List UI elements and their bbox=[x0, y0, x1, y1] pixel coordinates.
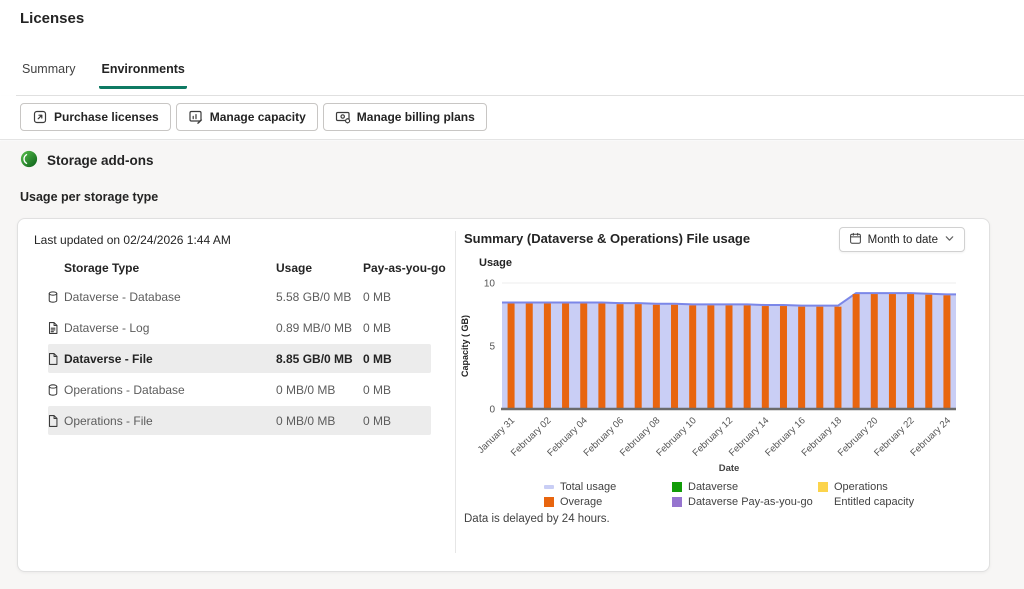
legend-item: Operations bbox=[818, 481, 914, 493]
calendar-icon bbox=[849, 232, 862, 248]
legend-label: Overage bbox=[560, 496, 603, 508]
table-header: Storage Type Usage Pay-as-you-go bbox=[18, 255, 455, 281]
toolbar: Purchase licenses Manage capacity Manage… bbox=[20, 103, 487, 131]
legend-swatch bbox=[672, 497, 682, 507]
usage-value: 0.89 MB/0 MB bbox=[276, 320, 353, 335]
storage-type-label: Dataverse - Database bbox=[64, 289, 181, 304]
table-row[interactable]: Dataverse - Database 5.58 GB/0 MB 0 MB bbox=[18, 281, 455, 312]
usage-per-storage-type-heading: Usage per storage type bbox=[20, 190, 159, 204]
date-range-value: Month to date bbox=[867, 233, 938, 246]
column-usage: Usage bbox=[276, 261, 313, 275]
table-row[interactable]: Dataverse - File 8.85 GB/0 MB 0 MB bbox=[18, 343, 455, 374]
page-title: Licenses bbox=[20, 10, 85, 27]
legend-swatch bbox=[544, 485, 554, 489]
purchase-licenses-label: Purchase licenses bbox=[54, 110, 159, 124]
legend-item: Dataverse Pay-as-you-go bbox=[672, 496, 818, 508]
svg-text:Date: Date bbox=[719, 463, 740, 474]
legend-swatch bbox=[544, 497, 554, 507]
file-usage-chart-panel: Summary (Dataverse & Operations) File us… bbox=[456, 219, 991, 571]
table-row[interactable]: Dataverse - Log 0.89 MB/0 MB 0 MB bbox=[18, 312, 455, 343]
payg-value: 0 MB bbox=[363, 320, 392, 335]
database-icon bbox=[46, 290, 64, 304]
legend-label: Dataverse bbox=[688, 481, 739, 493]
last-updated-text: Last updated on 02/24/2026 1:44 AM bbox=[34, 233, 231, 247]
svg-text:0: 0 bbox=[489, 405, 495, 416]
legend-swatch bbox=[818, 497, 828, 507]
table-row[interactable]: Operations - File 0 MB/0 MB 0 MB bbox=[18, 405, 455, 436]
usage-value: 0 MB/0 MB bbox=[276, 413, 336, 428]
log-icon bbox=[46, 321, 64, 335]
storage-type-label: Operations - File bbox=[64, 413, 153, 428]
svg-text:5: 5 bbox=[489, 342, 495, 353]
purchase-licenses-icon bbox=[32, 109, 48, 125]
table-row[interactable]: Operations - Database 0 MB/0 MB 0 MB bbox=[18, 374, 455, 405]
data-delay-note: Data is delayed by 24 hours. bbox=[464, 513, 610, 525]
payg-value: 0 MB bbox=[363, 351, 392, 366]
manage-billing-plans-label: Manage billing plans bbox=[356, 110, 475, 124]
legend-swatch bbox=[672, 482, 682, 492]
storage-addons-heading: Storage add-ons bbox=[20, 150, 154, 171]
legend-label: Dataverse Pay-as-you-go bbox=[688, 496, 813, 508]
usage-chart: 0510January 31February 02February 04Febr… bbox=[460, 279, 956, 474]
manage-capacity-label: Manage capacity bbox=[209, 110, 306, 124]
payg-value: 0 MB bbox=[363, 382, 392, 397]
svg-text:Capacity ( GB): Capacity ( GB) bbox=[460, 315, 470, 377]
legend-item: Total usage bbox=[544, 481, 672, 493]
tab-bar: Summary Environments bbox=[20, 58, 187, 89]
dataverse-icon bbox=[20, 150, 38, 171]
legend-label: Total usage bbox=[560, 481, 617, 493]
manage-capacity-icon bbox=[188, 109, 204, 125]
legend-item: Overage bbox=[544, 496, 672, 508]
legend-swatch bbox=[818, 482, 828, 492]
manage-billing-plans-button[interactable]: Manage billing plans bbox=[322, 103, 487, 131]
column-pay-as-you-go: Pay-as-you-go bbox=[363, 261, 446, 275]
manage-capacity-button[interactable]: Manage capacity bbox=[175, 103, 318, 131]
storage-table-panel: Last updated on 02/24/2026 1:44 AM Stora… bbox=[18, 219, 455, 571]
legend-label: Entitled capacity bbox=[834, 496, 915, 508]
chevron-down-icon bbox=[944, 233, 955, 247]
legend-item: Entitled capacity bbox=[818, 496, 914, 508]
storage-usage-card: Last updated on 02/24/2026 1:44 AM Stora… bbox=[17, 218, 990, 572]
file-icon bbox=[46, 352, 64, 366]
database-icon bbox=[46, 383, 64, 397]
legend-item: Dataverse bbox=[672, 481, 818, 493]
licenses-page: Licenses Summary Environments Purchase l… bbox=[0, 0, 1024, 589]
storage-addons-title: Storage add-ons bbox=[47, 153, 154, 168]
date-range-dropdown[interactable]: Month to date bbox=[838, 227, 965, 252]
tab-summary[interactable]: Summary bbox=[20, 58, 77, 89]
column-storage-type: Storage Type bbox=[64, 261, 140, 275]
toolbar-band: Purchase licenses Manage capacity Manage… bbox=[0, 96, 1024, 140]
chart-legend: Total usage Dataverse Operations Overage Dat… bbox=[544, 481, 914, 508]
file-icon bbox=[46, 414, 64, 428]
storage-type-label: Dataverse - Log bbox=[64, 320, 150, 335]
purchase-licenses-button[interactable]: Purchase licenses bbox=[20, 103, 171, 131]
legend-label: Operations bbox=[834, 481, 888, 493]
usage-value: 0 MB/0 MB bbox=[276, 382, 336, 397]
usage-value: 5.58 GB/0 MB bbox=[276, 289, 352, 304]
payg-value: 0 MB bbox=[363, 289, 392, 304]
usage-value: 8.85 GB/0 MB bbox=[276, 351, 353, 366]
chart-title: Summary (Dataverse & Operations) File us… bbox=[464, 231, 751, 246]
storage-type-label: Operations - Database bbox=[64, 382, 185, 397]
table-body: Dataverse - Database 5.58 GB/0 MB 0 MB D… bbox=[18, 281, 455, 436]
tab-environments[interactable]: Environments bbox=[99, 58, 187, 89]
manage-billing-plans-icon bbox=[335, 109, 351, 125]
payg-value: 0 MB bbox=[363, 413, 392, 428]
svg-text:10: 10 bbox=[484, 279, 496, 290]
storage-type-label: Dataverse - File bbox=[64, 351, 153, 366]
